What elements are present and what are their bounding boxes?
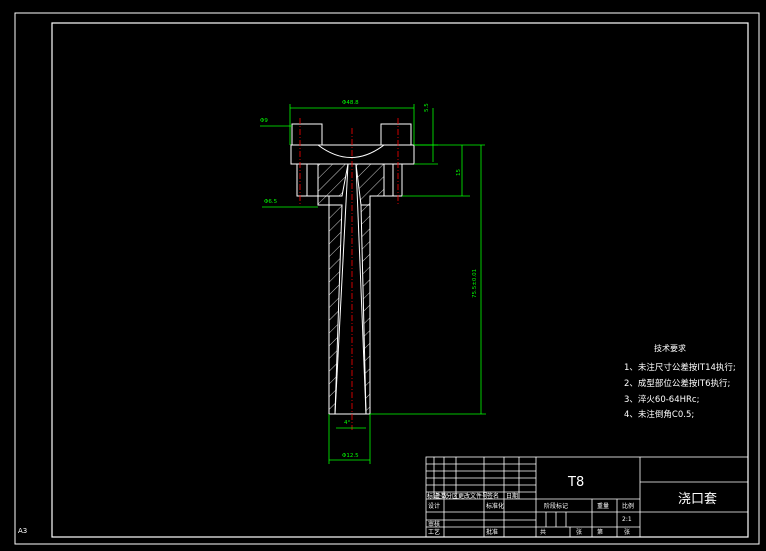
tb-design: 设计 bbox=[428, 503, 441, 510]
tb-review: 审核 bbox=[428, 521, 441, 528]
material-label: T8 bbox=[568, 475, 585, 490]
tb-approve: 批准 bbox=[486, 529, 499, 536]
tb-scale-label: 比例 bbox=[622, 503, 635, 510]
tb-of: 第 bbox=[597, 529, 604, 536]
outer-profile bbox=[290, 144, 415, 415]
tech-req-item-3: 3、淬火60-64HRc; bbox=[624, 395, 700, 405]
outer-border bbox=[14, 12, 760, 545]
tech-req-title: 技术要求 bbox=[654, 344, 686, 353]
part-name-label: 浇口套 bbox=[678, 492, 718, 507]
tb-weight: 重量 bbox=[597, 503, 610, 510]
tb-signature: 签名 bbox=[487, 493, 500, 500]
dim-flange-height: 15 bbox=[456, 169, 462, 176]
tb-zone: 分区 bbox=[446, 493, 459, 500]
tb-stage-mark: 阶段标记 bbox=[544, 503, 569, 510]
locating-hole-left bbox=[291, 123, 323, 146]
tb-date: 日期 bbox=[506, 493, 519, 500]
dim-taper-angle: 4° bbox=[344, 420, 351, 426]
spherical-seat bbox=[317, 144, 385, 158]
tech-req-item-1: 1、未注尺寸公差按IT14执行; bbox=[624, 363, 736, 373]
tech-req-item-2: 2、成型部位公差按IT6执行; bbox=[624, 379, 731, 389]
hatch-left-flange bbox=[317, 163, 349, 206]
dim-overall-length: 75.5±0.01 bbox=[472, 268, 478, 298]
tb-standardize: 标准化 bbox=[486, 503, 505, 510]
inner-border bbox=[51, 22, 749, 538]
tb-change-doc: 更改文件号 bbox=[458, 493, 489, 500]
dim-head-diameter: Φ48.8 bbox=[342, 100, 359, 106]
drawing-sheet bbox=[14, 12, 760, 545]
hatch-right-shank bbox=[360, 204, 371, 415]
dimension-lines bbox=[260, 104, 486, 464]
tb-scale-value: 2:1 bbox=[622, 516, 632, 523]
sheet-size-label: A3 bbox=[18, 527, 28, 535]
dim-step-diameter: Φ6.5 bbox=[264, 199, 278, 205]
tb-process: 工艺 bbox=[428, 529, 441, 536]
dim-counterbore-diameter: Φ9 bbox=[260, 118, 268, 124]
dim-head-thickness: 5.5 bbox=[424, 103, 430, 112]
sprue-bushing-section bbox=[290, 123, 415, 415]
tb-total: 共 bbox=[540, 529, 547, 536]
locating-hole-right bbox=[380, 123, 412, 146]
dim-shank-diameter: Φ12.5 bbox=[342, 453, 359, 459]
tb-sheet-word-2: 张 bbox=[624, 529, 631, 536]
tech-req-item-4: 4、未注倒角C0.5; bbox=[624, 410, 695, 420]
tb-sheet-word: 张 bbox=[576, 529, 583, 536]
